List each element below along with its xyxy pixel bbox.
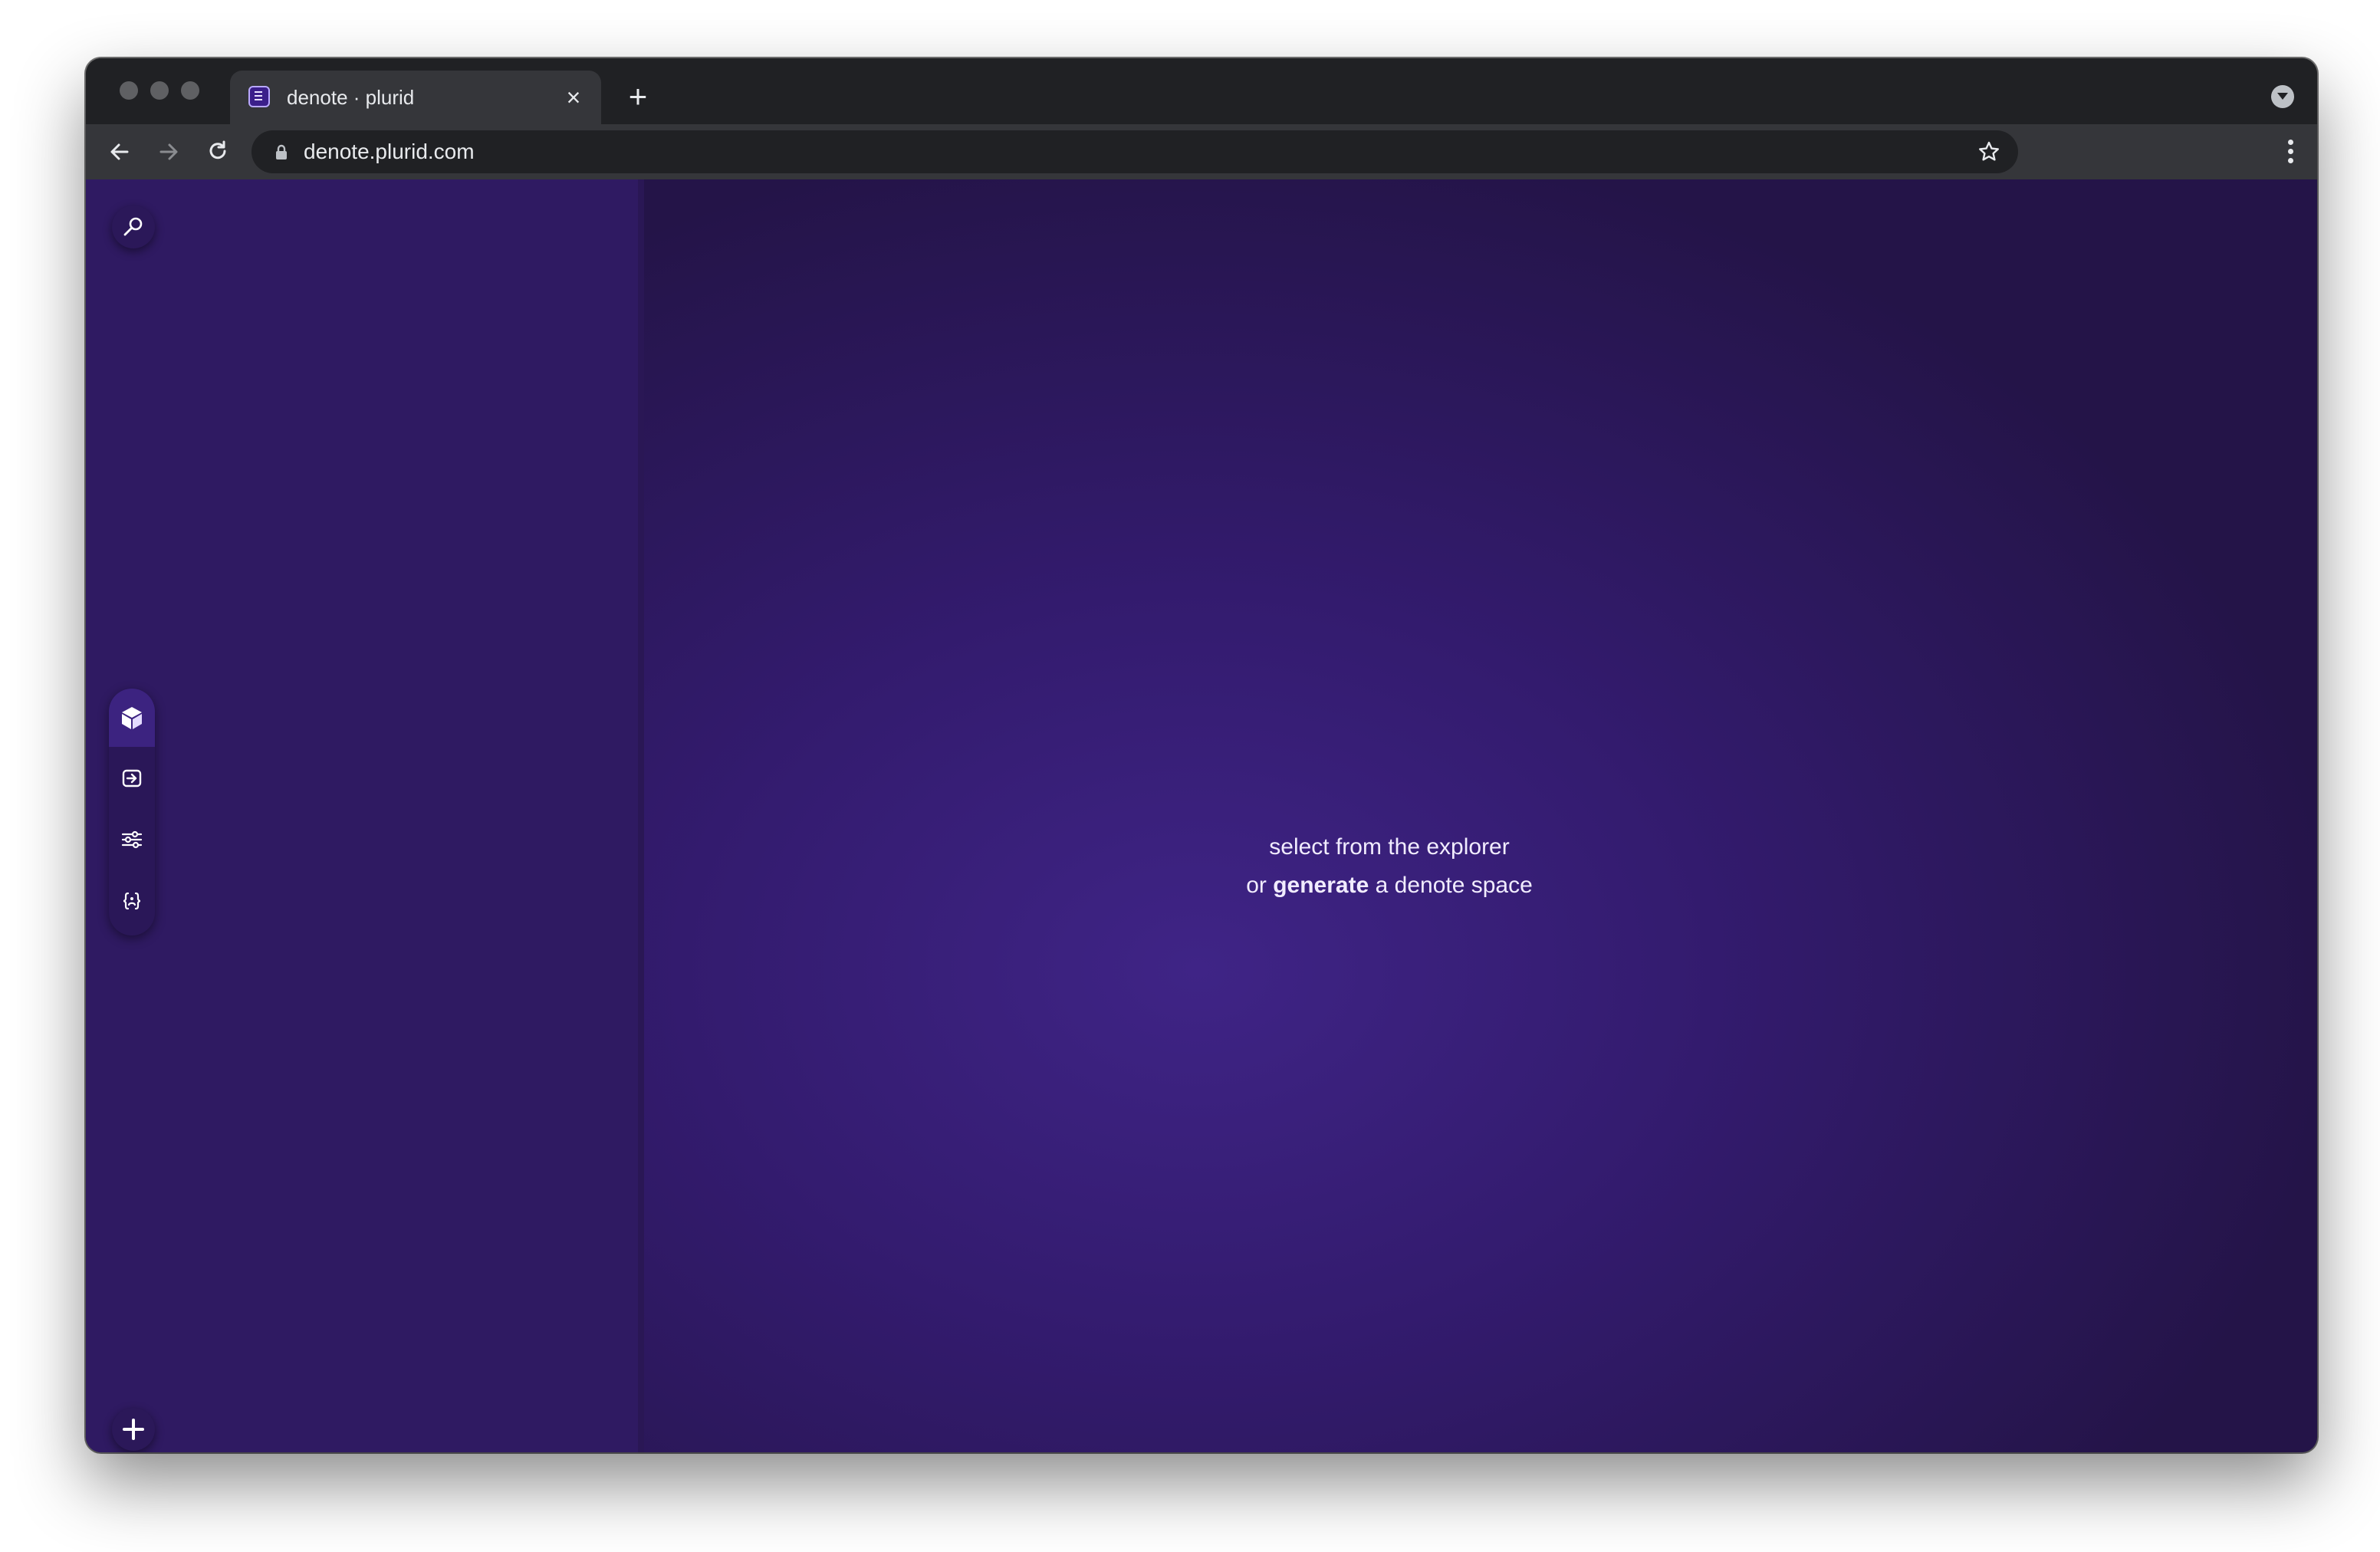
generate-link[interactable]: generate (1273, 873, 1369, 898)
code-braces-icon (123, 892, 141, 910)
lock-icon (276, 144, 287, 159)
tab-title: denote · plurid (287, 86, 415, 109)
denote-favicon-icon (248, 86, 270, 107)
arrow-right-icon (159, 143, 178, 160)
browser-toolbar: denote.plurid.com (86, 124, 2317, 179)
rail-item-settings[interactable] (109, 811, 155, 870)
rail-item-import[interactable] (109, 750, 155, 808)
browser-window: denote · plurid × + denote.plurid.com se… (86, 58, 2317, 1452)
tool-rail (109, 689, 155, 935)
window-maximize-button[interactable] (181, 81, 199, 100)
tab-search-icon[interactable] (2271, 85, 2294, 108)
empty-state-line-1: select from the explorer (1269, 834, 1510, 860)
forward-button[interactable] (152, 135, 186, 169)
cube-icon (122, 707, 142, 729)
arrow-left-icon (110, 143, 129, 160)
rail-item-spaces[interactable] (109, 689, 155, 747)
new-tab-button[interactable]: + (621, 80, 655, 113)
empty-state-suffix: a denote space (1375, 873, 1533, 898)
browser-tab[interactable]: denote · plurid × (230, 71, 601, 124)
back-button[interactable] (103, 135, 136, 169)
login-icon (122, 769, 142, 788)
plus-icon (123, 1419, 144, 1440)
search-button[interactable] (112, 206, 155, 248)
empty-state-message: select from the explorer or generate a d… (1006, 828, 1773, 905)
rail-item-developer[interactable] (109, 873, 155, 931)
app-canvas: select from the explorer or generate a d… (86, 179, 2317, 1452)
add-space-button[interactable] (112, 1408, 155, 1451)
empty-state-line-2: or generate a denote space (1006, 866, 1773, 905)
explorer-sidebar (86, 179, 644, 1452)
sliders-icon (121, 830, 143, 849)
more-vertical-icon[interactable] (2288, 140, 2294, 164)
reload-button[interactable] (201, 135, 235, 169)
address-bar[interactable]: denote.plurid.com (251, 130, 2018, 173)
window-minimize-button[interactable] (150, 81, 169, 100)
tab-close-icon[interactable]: × (560, 84, 587, 111)
reload-icon (209, 140, 226, 159)
star-icon[interactable] (1977, 140, 2001, 164)
window-close-button[interactable] (120, 81, 138, 100)
search-icon (123, 217, 143, 236)
title-bar: denote · plurid × + (86, 58, 2317, 124)
url-text: denote.plurid.com (304, 140, 475, 163)
empty-state-prefix: or (1246, 873, 1267, 898)
